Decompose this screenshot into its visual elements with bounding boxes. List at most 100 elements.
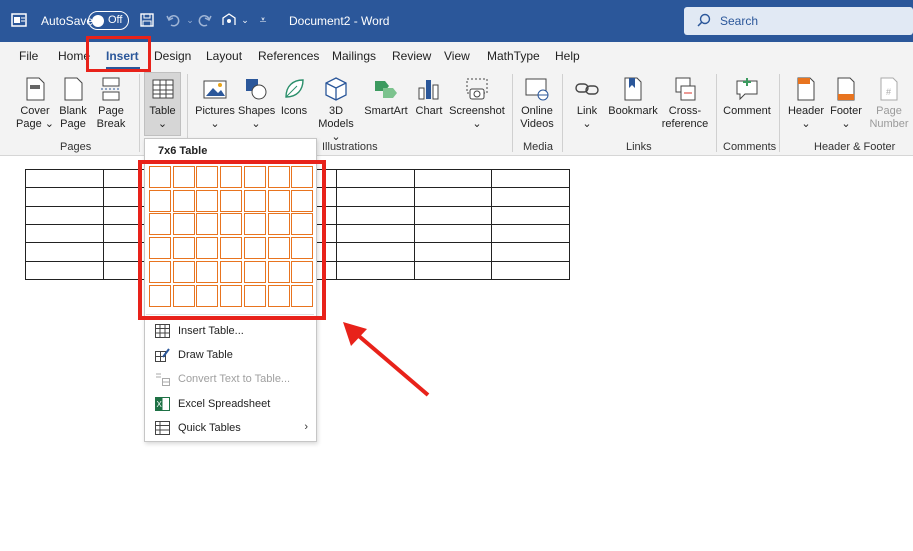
link-icon bbox=[574, 76, 600, 102]
header-footer-group-label: Header & Footer bbox=[814, 141, 896, 153]
online-videos-label-1: Online bbox=[521, 105, 553, 117]
autosave-toggle[interactable]: Off bbox=[88, 11, 129, 30]
table-cell[interactable] bbox=[491, 168, 570, 189]
table-cell[interactable] bbox=[491, 187, 570, 207]
autosave-state: Off bbox=[108, 14, 123, 26]
table-cell[interactable] bbox=[335, 187, 415, 207]
screenshot-label: Screenshot bbox=[449, 105, 505, 117]
chart-button[interactable]: Chart bbox=[413, 76, 445, 118]
table-cell[interactable] bbox=[491, 260, 570, 281]
table-cell[interactable] bbox=[335, 168, 415, 189]
blank-page-button[interactable]: Blank Page bbox=[57, 76, 89, 131]
page-break-label-2: Break bbox=[96, 118, 126, 130]
tab-file[interactable]: File bbox=[19, 49, 38, 63]
page-break-icon bbox=[98, 76, 124, 102]
cross-reference-button[interactable]: Cross- reference bbox=[661, 76, 709, 131]
tab-review[interactable]: Review bbox=[392, 49, 431, 63]
tab-mathtype[interactable]: MathType bbox=[487, 49, 540, 63]
autosave-label: AutoSave bbox=[41, 14, 94, 28]
table-cell[interactable] bbox=[491, 205, 570, 225]
save-icon[interactable] bbox=[138, 11, 156, 29]
link-label: Link bbox=[576, 105, 598, 117]
smartart-button[interactable]: SmartArt bbox=[362, 76, 410, 118]
draw-table-label: Draw Table bbox=[178, 349, 233, 361]
bookmark-button[interactable]: Bookmark bbox=[607, 76, 659, 118]
table-cell[interactable] bbox=[491, 223, 570, 244]
redo-icon[interactable] bbox=[196, 11, 214, 29]
quick-tables-menu-item[interactable]: Quick Tables › bbox=[145, 416, 316, 440]
table-button[interactable]: Table ⌄ bbox=[146, 76, 179, 131]
page-break-button[interactable]: Page Break bbox=[95, 76, 127, 131]
screenshot-button[interactable]: Screenshot ⌄ bbox=[449, 76, 505, 131]
links-group-label: Links bbox=[626, 141, 652, 153]
table-cell[interactable] bbox=[335, 242, 415, 262]
table-cell[interactable] bbox=[413, 223, 493, 244]
table-cell[interactable] bbox=[25, 205, 104, 225]
pictures-button[interactable]: Pictures ⌄ bbox=[195, 76, 235, 131]
header-icon bbox=[793, 76, 819, 102]
table-cell[interactable] bbox=[25, 187, 104, 207]
table-dropdown-icon: ⌄ bbox=[157, 118, 168, 130]
tab-help[interactable]: Help bbox=[555, 49, 580, 63]
customize-qat-icon[interactable]: ⩡ bbox=[254, 11, 272, 29]
header-button[interactable]: Header ⌄ bbox=[786, 76, 826, 131]
pointer-arrow-icon bbox=[343, 322, 430, 397]
footer-icon bbox=[833, 76, 859, 102]
table-cell[interactable] bbox=[25, 168, 104, 189]
footer-button[interactable]: Footer ⌄ bbox=[827, 76, 865, 131]
tab-mailings[interactable]: Mailings bbox=[332, 49, 376, 63]
icons-label: Icons bbox=[280, 105, 308, 117]
insert-table-menu-item[interactable]: Insert Table... bbox=[145, 319, 316, 343]
page-number-button[interactable]: # Page Number bbox=[866, 76, 912, 131]
link-dropdown-icon: ⌄ bbox=[582, 118, 592, 130]
comments-group-label: Comments bbox=[723, 141, 777, 153]
table-cell[interactable] bbox=[335, 260, 415, 281]
ribbon-separator bbox=[562, 74, 563, 152]
table-cell[interactable] bbox=[335, 223, 415, 244]
table-cell[interactable] bbox=[413, 205, 493, 225]
ribbon-separator bbox=[512, 74, 513, 152]
blank-page-icon bbox=[60, 76, 86, 102]
undo-icon[interactable] bbox=[164, 11, 182, 29]
shapes-button[interactable]: Shapes ⌄ bbox=[238, 76, 275, 131]
table-cell[interactable] bbox=[413, 168, 493, 189]
ribbon-separator bbox=[716, 74, 717, 152]
insert-table-icon bbox=[155, 324, 170, 338]
excel-spreadsheet-menu-item[interactable]: X Excel Spreadsheet bbox=[145, 392, 316, 416]
3d-models-button[interactable]: 3D Models ⌄ bbox=[314, 76, 358, 144]
comment-label: Comment bbox=[723, 105, 771, 117]
bookmark-label: Bookmark bbox=[608, 105, 658, 117]
tab-references[interactable]: References bbox=[258, 49, 319, 63]
shapes-dropdown-icon: ⌄ bbox=[251, 118, 261, 130]
search-icon bbox=[696, 12, 712, 33]
touch-dropdown-icon[interactable]: ⌄ bbox=[236, 11, 254, 29]
tab-layout[interactable]: Layout bbox=[206, 49, 242, 63]
search-box[interactable]: Search bbox=[684, 7, 913, 35]
link-button[interactable]: Link ⌄ bbox=[570, 76, 604, 131]
tab-view[interactable]: View bbox=[444, 49, 470, 63]
cover-page-button[interactable]: Cover Page ⌄ bbox=[16, 76, 54, 131]
table-cell[interactable] bbox=[491, 242, 570, 262]
table-cell[interactable] bbox=[335, 205, 415, 225]
table-cell[interactable] bbox=[25, 223, 104, 244]
convert-text-label: Convert Text to Table... bbox=[178, 373, 291, 385]
table-cell[interactable] bbox=[413, 260, 493, 281]
tab-design[interactable]: Design bbox=[154, 49, 191, 63]
icons-button[interactable]: Icons bbox=[278, 76, 310, 118]
table-cell[interactable] bbox=[25, 242, 104, 262]
comment-button[interactable]: Comment bbox=[722, 76, 772, 118]
icons-icon bbox=[281, 76, 307, 102]
online-videos-button[interactable]: Online Videos bbox=[518, 76, 556, 131]
smartart-icon bbox=[373, 76, 399, 102]
draw-table-menu-item[interactable]: Draw Table bbox=[145, 343, 316, 367]
page-number-icon: # bbox=[876, 76, 902, 102]
table-cell[interactable] bbox=[25, 260, 104, 281]
table-cell[interactable] bbox=[413, 187, 493, 207]
pages-group-label: Pages bbox=[60, 141, 92, 153]
convert-text-menu-item[interactable]: Convert Text to Table... bbox=[145, 367, 316, 391]
pictures-icon bbox=[202, 76, 228, 102]
cross-reference-label-1: Cross- bbox=[668, 105, 702, 117]
table-cell[interactable] bbox=[413, 242, 493, 262]
blank-page-label-2: Page bbox=[60, 118, 86, 130]
word-app-icon[interactable] bbox=[10, 11, 28, 29]
